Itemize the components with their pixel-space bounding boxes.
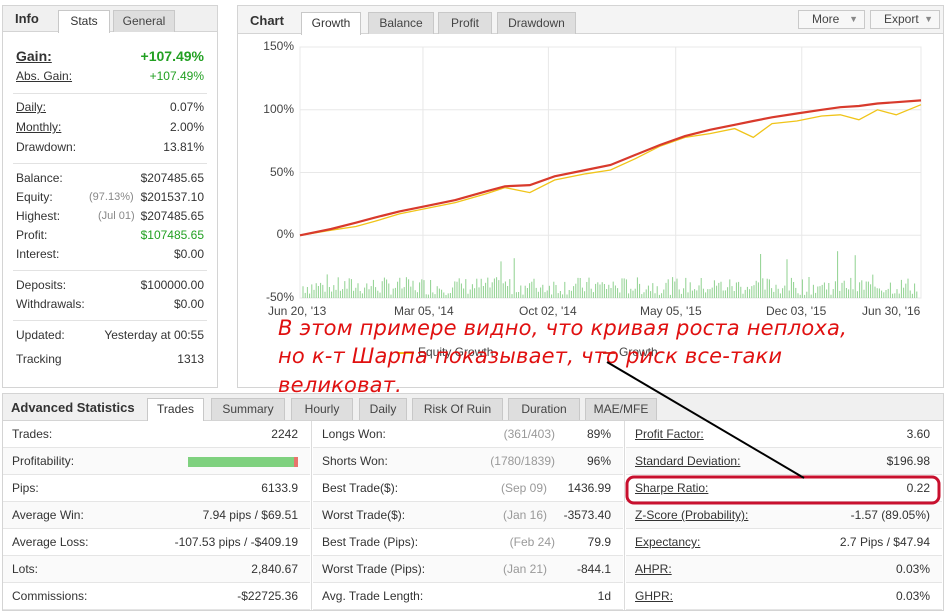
sharpe-highlight	[606, 361, 941, 505]
annotation-pointer-line	[606, 361, 805, 479]
sharpe-highlight-box	[625, 475, 941, 505]
